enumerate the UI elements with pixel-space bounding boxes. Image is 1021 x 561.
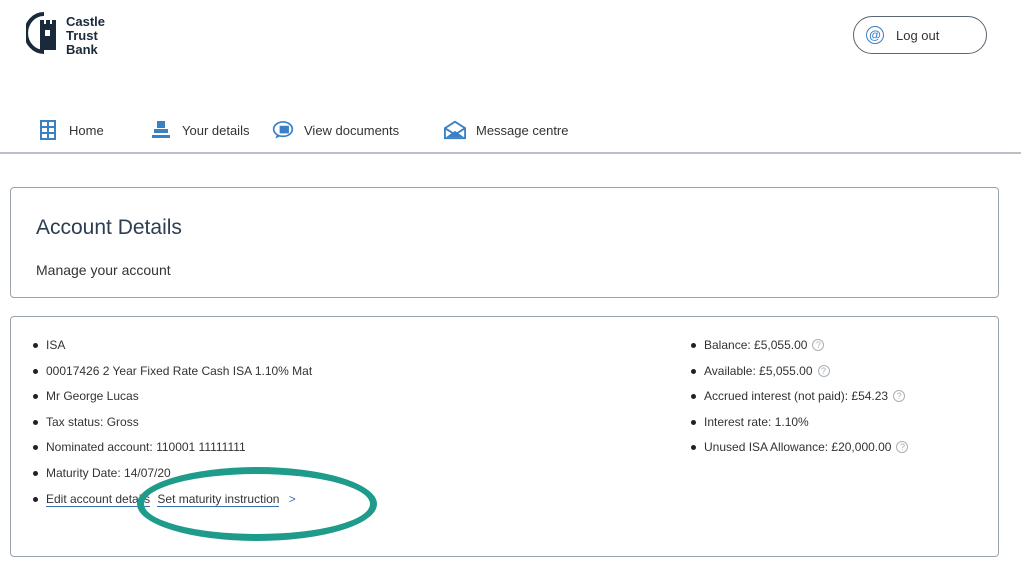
nav-label-home: Home (69, 122, 104, 138)
unused-isa-allowance-item: Unused ISA Allowance: £20,000.00? (691, 439, 909, 465)
logo-line-3: Bank (66, 42, 98, 57)
nominated-account: Nominated account: 110001 11111111 (33, 439, 312, 465)
nav-divider (0, 152, 1021, 154)
interest-rate-text: Interest rate: 1.10% (704, 414, 809, 429)
accrued-interest-item: Accrued interest (not paid): £54.23? (691, 388, 908, 414)
documents-icon (272, 120, 294, 140)
set-maturity-instruction-link[interactable]: Set maturity instruction (157, 491, 280, 507)
help-icon[interactable]: ? (893, 390, 906, 403)
nav-item-home[interactable]: Home (37, 119, 104, 141)
nav-item-view-documents[interactable]: View documents (272, 119, 399, 141)
account-info-list: ISA 00017426 2 Year Fixed Rate Cash ISA … (33, 337, 312, 516)
tax-status: Tax status: Gross (33, 414, 312, 440)
account-type: ISA (33, 337, 312, 363)
home-icon (37, 120, 59, 140)
user-icon (150, 120, 172, 140)
nav-label-view-documents: View documents (304, 122, 400, 138)
accrued-interest-text: Accrued interest (not paid): £54.23 (704, 389, 889, 404)
account-summary-panel: ISA 00017426 2 Year Fixed Rate Cash ISA … (10, 316, 999, 557)
account-balance-list: Balance: £5,055.00? Available: £5,055.00… (691, 337, 909, 465)
logo-line-1: Castle (66, 14, 106, 29)
logout-label: Log out (896, 27, 940, 43)
logout-button[interactable]: @ Log out (853, 16, 987, 54)
logo-line-2: Trust (66, 28, 98, 43)
maturity-date: Maturity Date: 14/07/20 (33, 465, 312, 491)
page-title: Account Details (36, 216, 182, 239)
available-text: Available: £5,055.00 (704, 363, 813, 378)
main-navigation: Home Your details View documents Message… (0, 113, 1021, 153)
nav-item-your-details[interactable]: Your details (150, 119, 249, 141)
page-subtitle: Manage your account (36, 262, 171, 278)
help-icon[interactable]: ? (896, 441, 909, 454)
account-actions: Edit account details Set maturity instru… (33, 491, 312, 517)
nav-label-message-centre: Message centre (476, 122, 569, 138)
at-icon: @ (866, 26, 884, 44)
castle-trust-bank-logo[interactable]: Castle Trust Bank (26, 12, 126, 68)
help-icon[interactable]: ? (812, 339, 825, 351)
available-item: Available: £5,055.00? (691, 363, 908, 389)
account-details-header-panel: Account Details Manage your account (10, 187, 999, 298)
nav-item-message-centre[interactable]: Message centre (444, 119, 569, 141)
account-product: 00017426 2 Year Fixed Rate Cash ISA 1.10… (33, 363, 312, 389)
castle-tower-icon (26, 12, 56, 54)
edit-account-details-link[interactable]: Edit account details (46, 491, 151, 507)
envelope-icon (444, 120, 466, 140)
logo-wordmark: Castle Trust Bank (66, 15, 105, 57)
help-icon[interactable]: ? (817, 364, 830, 377)
account-holder-name: Mr George Lucas (33, 388, 312, 414)
unused-isa-allowance-text: Unused ISA Allowance: £20,000.00 (704, 440, 892, 455)
chevron-right-icon[interactable]: > (289, 492, 296, 506)
header: Castle Trust Bank @ Log out (0, 0, 1021, 100)
nav-label-your-details: Your details (182, 122, 250, 138)
balance-item: Balance: £5,055.00? (691, 337, 908, 363)
interest-rate-item: Interest rate: 1.10% (691, 414, 908, 440)
balance-text: Balance: £5,055.00 (704, 338, 808, 352)
